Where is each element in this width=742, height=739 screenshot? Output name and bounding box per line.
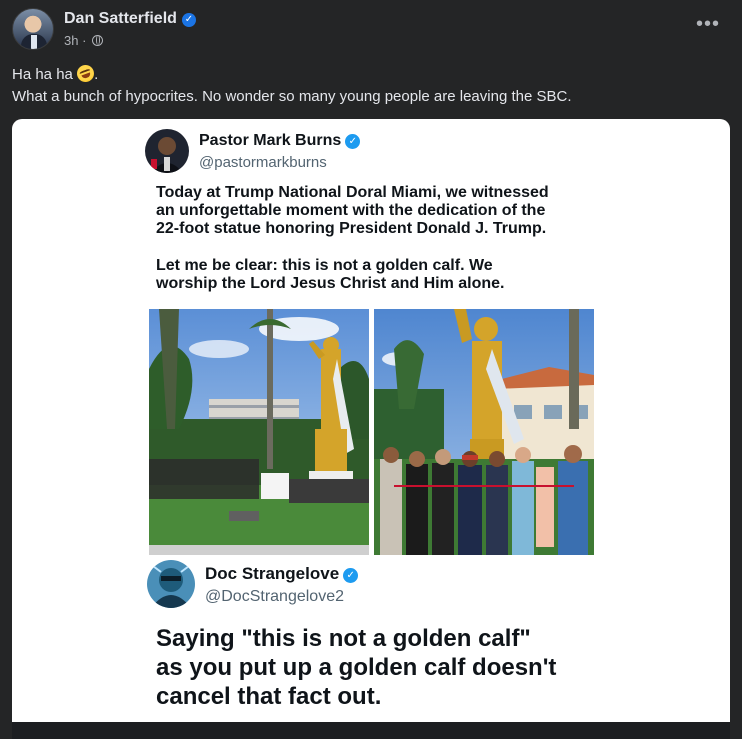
tweet1-body: Today at Trump National Doral Miami, we … bbox=[156, 184, 626, 293]
post-text: Ha ha ha . What a bunch of hypocrites. N… bbox=[12, 62, 730, 108]
tweet2-handle: @DocStrangelove2 bbox=[205, 588, 344, 605]
shared-image[interactable]: Pastor Mark Burns ✓ @pastormarkburns Toda… bbox=[12, 119, 730, 739]
tweet2-line: cancel that fact out. bbox=[156, 683, 382, 710]
meta-separator: · bbox=[82, 33, 87, 48]
more-options-button[interactable]: ••• bbox=[694, 14, 722, 42]
post-text-line-1: Ha ha ha . bbox=[12, 62, 730, 86]
verified-badge-icon: ✓ bbox=[181, 13, 196, 27]
tweet2-body: Saying "this is not a golden calf" as yo… bbox=[156, 624, 616, 711]
tweet1-line: an unforgettable moment with the dedicat… bbox=[156, 202, 546, 219]
tweet1-line: 22-foot statue honoring President Donald… bbox=[156, 220, 547, 237]
post-meta: 3h · bbox=[64, 33, 104, 48]
tweet1-name-row: Pastor Mark Burns ✓ bbox=[199, 132, 361, 150]
tweet1-line: Let me be clear: this is not a golden ca… bbox=[156, 257, 493, 274]
tweet2-name: Doc Strangelove bbox=[205, 564, 340, 583]
tweet1-verified-icon: ✓ bbox=[345, 134, 361, 149]
post-timestamp[interactable]: 3h bbox=[64, 33, 78, 48]
doc-strangelove-avatar bbox=[147, 560, 195, 608]
tweet1-handle: @pastormarkburns bbox=[199, 154, 327, 171]
post-text-line-2: What a bunch of hypocrites. No wonder so… bbox=[12, 88, 572, 105]
statue-photo-left bbox=[149, 309, 369, 555]
globe-icon[interactable] bbox=[92, 35, 104, 46]
pastor-avatar bbox=[145, 129, 189, 173]
tweet2-name-row: Doc Strangelove ✓ bbox=[205, 564, 359, 584]
tweet2-line: Saying "this is not a golden calf" bbox=[156, 625, 531, 652]
post-header: Dan Satterfield ✓ 3h · ••• bbox=[12, 8, 730, 54]
tweet1-line: worship the Lord Jesus Christ and Him al… bbox=[156, 275, 505, 292]
tweet2-line: as you put up a golden calf doesn't bbox=[156, 654, 557, 681]
author-avatar[interactable] bbox=[12, 8, 54, 50]
author-name-row: Dan Satterfield ✓ bbox=[64, 10, 196, 28]
statue-photo-right bbox=[374, 309, 594, 555]
tweet1-line: Today at Trump National Doral Miami, we … bbox=[156, 184, 549, 201]
tweet1-name: Pastor Mark Burns bbox=[199, 132, 342, 149]
author-name[interactable]: Dan Satterfield bbox=[64, 10, 177, 27]
tweet2-verified-icon: ✓ bbox=[343, 568, 359, 583]
image-bottom-edge bbox=[12, 722, 730, 739]
